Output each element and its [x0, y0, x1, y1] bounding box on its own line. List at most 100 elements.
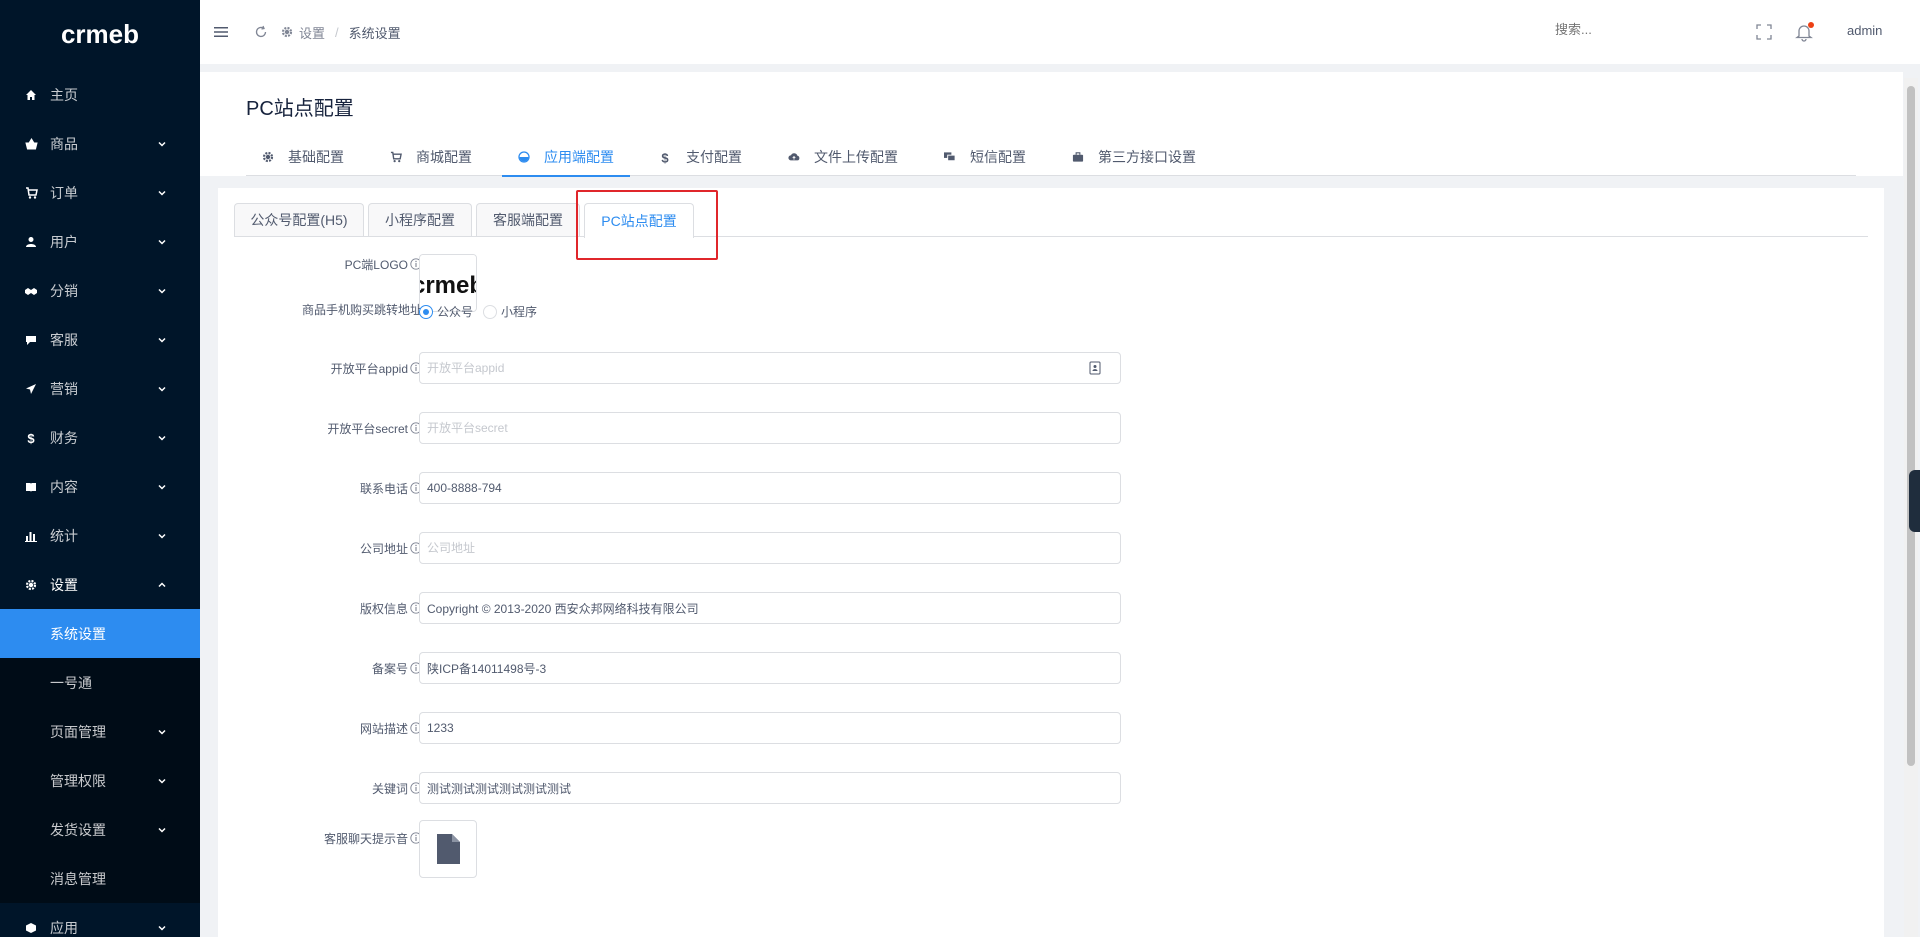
subtab-mini-program[interactable]: 小程序配置: [368, 203, 472, 236]
tab-mall-config[interactable]: 商城配置: [374, 138, 488, 176]
radio-official-account[interactable]: 公众号: [419, 303, 473, 320]
tab-label: 第三方接口设置: [1098, 149, 1196, 165]
sidebar-item-content[interactable]: 内容: [0, 462, 200, 511]
sidebar-item-marketing[interactable]: 营销: [0, 364, 200, 413]
top-header: 设置 / 系统设置 admin: [200, 0, 1920, 64]
scrollbar-thumb[interactable]: [1907, 86, 1915, 766]
appid-input[interactable]: [419, 352, 1121, 384]
chevron-down-icon: [158, 484, 166, 490]
tab-payment-config[interactable]: $ 支付配置: [644, 138, 758, 176]
sidebar-item-service[interactable]: 客服: [0, 315, 200, 364]
subtab-official-account[interactable]: 公众号配置(H5): [234, 203, 364, 236]
field-label-text: 关键词: [371, 781, 408, 796]
field-label-text: PC端LOGO: [344, 257, 408, 272]
radio-dot: [483, 304, 498, 319]
sms-icon: [944, 151, 956, 163]
fullscreen-icon[interactable]: [1756, 24, 1772, 40]
subtab-label: 小程序配置: [385, 212, 455, 228]
radio-label: 公众号: [437, 305, 474, 319]
cart-icon: [24, 186, 38, 200]
tab-label: 短信配置: [970, 149, 1026, 165]
chevron-down-icon: [158, 239, 166, 245]
sidebar-item-distribution[interactable]: 分销: [0, 266, 200, 315]
breadcrumb-separator: /: [335, 24, 339, 40]
phone-input[interactable]: [419, 472, 1121, 504]
refresh-icon[interactable]: [253, 24, 269, 40]
menu-toggle-icon[interactable]: [213, 24, 229, 40]
sidebar-item-label: 一号通: [50, 674, 92, 691]
sidebar-item-label: 页面管理: [50, 723, 106, 740]
sidebar-item-users[interactable]: 用户: [0, 217, 200, 266]
contact-card-icon[interactable]: [1088, 361, 1102, 375]
copyright-input[interactable]: [419, 592, 1121, 624]
icp-input[interactable]: [419, 652, 1121, 684]
gear-icon: [281, 26, 293, 38]
subtab-label: 公众号配置(H5): [250, 212, 348, 228]
tab-upload-config[interactable]: 文件上传配置: [772, 138, 914, 176]
subtab-label: PC站点配置: [601, 213, 677, 229]
crmeb-logo[interactable]: crmeb: [0, 0, 200, 70]
logo-text: crmeb: [61, 20, 139, 49]
sidebar-item-label: 用户: [50, 233, 78, 250]
sidebar-item-label: 设置: [50, 576, 78, 593]
sidebar-item-apps[interactable]: 应用: [0, 903, 200, 937]
subtab-pc-site[interactable]: PC站点配置: [584, 203, 694, 238]
sidebar-item-label: 系统设置: [50, 625, 106, 642]
tab-label: 支付配置: [686, 149, 742, 165]
field-label-text: 联系电话: [359, 481, 408, 496]
tab-app-config[interactable]: 应用端配置: [502, 138, 630, 177]
sidebar-item-label: 订单: [50, 184, 78, 201]
sidebar-item-statistics[interactable]: 统计: [0, 511, 200, 560]
field-label-text: 备案号: [371, 661, 408, 676]
sidebar-item-settings[interactable]: 设置: [0, 560, 200, 609]
subtab-label: 客服端配置: [493, 212, 563, 228]
sidebar-item-orders[interactable]: 订单: [0, 168, 200, 217]
sidebar-item-shipping[interactable]: 发货设置: [0, 805, 200, 854]
cart-icon: [390, 151, 402, 163]
form-row-chat-sound: 客服聊天提示音: [234, 828, 1334, 848]
sidebar-item-products[interactable]: 商品: [0, 119, 200, 168]
field-label-text: 网站描述: [359, 721, 408, 736]
chat-icon: [24, 333, 38, 347]
breadcrumb-root[interactable]: 设置: [299, 23, 325, 42]
sidebar-item-label: 客服: [50, 331, 78, 348]
sidebar-item-finance[interactable]: $ 财务: [0, 413, 200, 462]
tab-third-party-config[interactable]: 第三方接口设置: [1056, 138, 1212, 176]
tab-sms-config[interactable]: 短信配置: [928, 138, 1042, 176]
chevron-down-icon: [158, 827, 166, 833]
chat-sound-upload[interactable]: [419, 820, 477, 878]
secret-input[interactable]: [419, 412, 1121, 444]
field-label: 开放平台secret: [234, 420, 432, 437]
tab-label: 文件上传配置: [814, 149, 898, 165]
sidebar-item-label: 消息管理: [50, 870, 106, 887]
tab-basic-config[interactable]: 基础配置: [246, 138, 360, 176]
subtab-service-client[interactable]: 客服端配置: [476, 203, 580, 236]
keywords-input[interactable]: [419, 772, 1121, 804]
chevron-down-icon: [158, 386, 166, 392]
chevron-down-icon: [158, 925, 166, 931]
side-widget-handle[interactable]: [1909, 470, 1920, 532]
radio-dot: [419, 304, 433, 319]
sidebar-item-label: 内容: [50, 478, 78, 495]
search-input[interactable]: [1555, 22, 1685, 37]
sidebar-item-home[interactable]: 主页: [0, 70, 200, 119]
sidebar-item-page-management[interactable]: 页面管理: [0, 707, 200, 756]
chevron-down-icon: [158, 141, 166, 147]
basket-icon: [24, 137, 38, 151]
form-row-logo: PC端LOGO: [234, 254, 1334, 274]
sidebar-item-messages[interactable]: 消息管理: [0, 854, 200, 903]
description-input[interactable]: [419, 712, 1121, 744]
chevron-down-icon: [158, 435, 166, 441]
user-icon: [24, 235, 38, 249]
bell-icon[interactable]: [1794, 22, 1814, 42]
address-input[interactable]: [419, 532, 1121, 564]
briefcase-icon: [1072, 151, 1084, 163]
sidebar-item-system-settings[interactable]: 系统设置: [0, 609, 200, 658]
sidebar-item-label: 商品: [50, 135, 78, 152]
radio-mini-program[interactable]: 小程序: [483, 303, 537, 320]
sidebar-item-permissions[interactable]: 管理权限: [0, 756, 200, 805]
sidebar-item-yihaotong[interactable]: 一号通: [0, 658, 200, 707]
field-label: 联系电话: [234, 480, 432, 497]
home-icon: [24, 88, 38, 102]
user-name[interactable]: admin: [1847, 23, 1882, 38]
